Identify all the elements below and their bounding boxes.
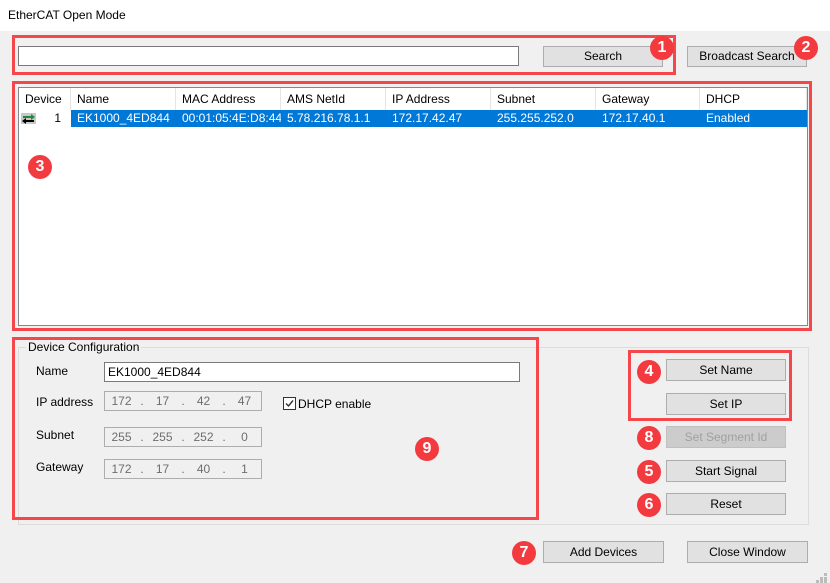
gateway-octet-2: 17 <box>155 462 170 476</box>
cell-ip: 172.17.42.47 <box>386 110 491 127</box>
column-header-gateway[interactable]: Gateway <box>596 88 700 110</box>
device-configuration-title: Device Configuration <box>26 340 142 354</box>
ip-octet-2: 17 <box>155 394 170 408</box>
add-devices-button[interactable]: Add Devices <box>543 541 664 563</box>
title-bar: EtherCAT Open Mode <box>0 0 830 31</box>
name-label: Name <box>36 364 69 378</box>
gateway-octet-1: 172 <box>111 462 132 476</box>
set-segment-id-button: Set Segment Id <box>666 426 786 448</box>
search-input[interactable] <box>18 46 519 66</box>
dhcp-enable-checkbox[interactable] <box>283 397 296 410</box>
search-button[interactable]: Search <box>543 46 663 67</box>
subnet-octet-1: 255 <box>111 430 132 444</box>
name-input[interactable] <box>104 362 520 382</box>
annotation-badge-8: 8 <box>637 426 661 450</box>
reset-button[interactable]: Reset <box>666 493 786 515</box>
broadcast-search-button[interactable]: Broadcast Search <box>687 46 807 67</box>
cell-gateway: 172.17.40.1 <box>596 110 700 127</box>
cell-subnet: 255.255.252.0 <box>491 110 596 127</box>
gateway-field[interactable]: 172. 17. 40. 1 <box>104 459 262 479</box>
column-header-dhcp[interactable]: DHCP <box>700 88 807 110</box>
ip-octet-4: 47 <box>237 394 252 408</box>
subnet-label: Subnet <box>36 428 75 442</box>
ip-octet-1: 172 <box>111 394 132 408</box>
column-header-mac[interactable]: MAC Address <box>176 88 281 110</box>
subnet-octet-2: 255 <box>152 430 173 444</box>
gateway-label: Gateway <box>36 460 84 474</box>
device-number: 1 <box>54 111 61 125</box>
annotation-badge-6: 6 <box>637 493 661 517</box>
gateway-octet-4: 1 <box>241 462 248 476</box>
column-header-device[interactable]: Device <box>19 88 71 110</box>
ip-octet-3: 42 <box>196 394 211 408</box>
device-list-header: Device Name MAC Address AMS NetId IP Add… <box>19 88 807 110</box>
start-signal-button[interactable]: Start Signal <box>666 460 786 482</box>
annotation-badge-7: 7 <box>512 541 536 565</box>
ip-address-field[interactable]: 172. 17. 42. 47 <box>104 391 262 411</box>
ip-address-label: IP address <box>36 395 94 409</box>
table-row[interactable]: 1 EK1000_4ED844 00:01:05:4E:D8:44 5.78.2… <box>19 110 807 127</box>
annotation-badge-1: 1 <box>650 36 674 60</box>
annotation-badge-3: 3 <box>28 155 52 179</box>
annotation-badge-9: 9 <box>415 437 439 461</box>
subnet-field[interactable]: 255. 255. 252. 0 <box>104 427 262 447</box>
annotation-badge-4: 4 <box>637 360 661 384</box>
network-device-icon <box>21 113 36 124</box>
device-list[interactable]: Device Name MAC Address AMS NetId IP Add… <box>18 87 808 326</box>
subnet-octet-3: 252 <box>193 430 214 444</box>
column-header-subnet[interactable]: Subnet <box>491 88 596 110</box>
annotation-badge-2: 2 <box>794 36 818 60</box>
cell-mac: 00:01:05:4E:D8:44 <box>176 110 281 127</box>
gateway-octet-3: 40 <box>196 462 211 476</box>
column-header-ip[interactable]: IP Address <box>386 88 491 110</box>
set-name-button[interactable]: Set Name <box>666 359 786 381</box>
cell-device: 1 <box>19 110 71 127</box>
close-window-button[interactable]: Close Window <box>687 541 808 563</box>
column-header-ams-netid[interactable]: AMS NetId <box>281 88 386 110</box>
annotation-badge-5: 5 <box>637 460 661 484</box>
set-ip-button[interactable]: Set IP <box>666 393 786 415</box>
cell-ams-netid: 5.78.216.78.1.1 <box>281 110 386 127</box>
subnet-octet-4: 0 <box>241 430 248 444</box>
cell-dhcp: Enabled <box>700 110 807 127</box>
cell-name: EK1000_4ED844 <box>71 110 176 127</box>
checkmark-icon <box>285 400 294 408</box>
dhcp-enable-label[interactable]: DHCP enable <box>298 397 371 411</box>
column-header-name[interactable]: Name <box>71 88 176 110</box>
window-title: EtherCAT Open Mode <box>8 8 126 22</box>
